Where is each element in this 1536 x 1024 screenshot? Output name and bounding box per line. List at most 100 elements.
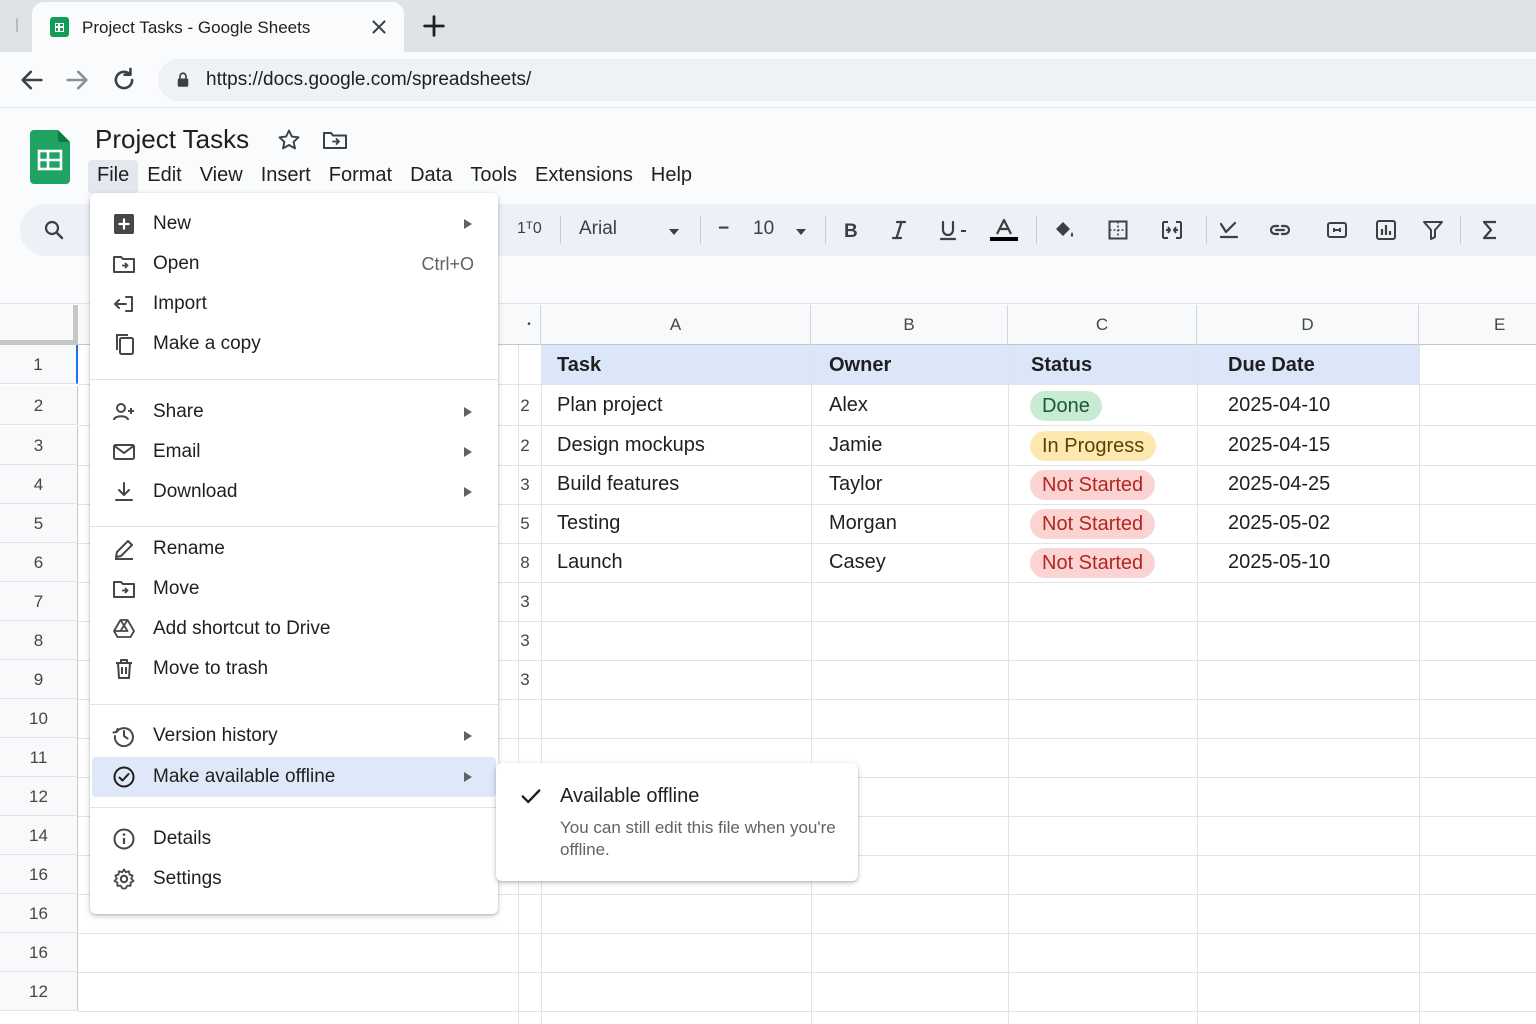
cell-task[interactable]: Testing	[557, 504, 620, 543]
menu-item-make-copy[interactable]: Make a copy	[92, 324, 496, 364]
filter-icon[interactable]	[1421, 218, 1445, 242]
cell-due-date[interactable]: 2025-04-15	[1228, 426, 1330, 465]
forward-arrow-icon[interactable]	[63, 66, 91, 94]
menu-item-version-history[interactable]: Version history	[92, 716, 496, 756]
close-tab-icon[interactable]	[368, 16, 390, 38]
menu-item-make-available-offline[interactable]: Make available offline	[92, 757, 496, 797]
menu-item-open[interactable]: Open Ctrl+O	[92, 244, 496, 284]
select-all-corner[interactable]	[0, 305, 78, 345]
text-color-icon[interactable]	[988, 218, 1020, 242]
functions-sigma-icon[interactable]	[1478, 218, 1502, 242]
fill-color-icon[interactable]	[1052, 218, 1076, 242]
lock-icon[interactable]	[174, 71, 192, 89]
cell-due-date[interactable]: 2025-05-10	[1228, 543, 1330, 582]
header-cell-task[interactable]: Task	[557, 346, 601, 385]
new-tab-icon[interactable]	[420, 12, 448, 40]
font-size-input[interactable]: 10	[753, 218, 774, 242]
menu-data[interactable]: Data	[401, 160, 461, 194]
row-header[interactable]: 4	[0, 465, 78, 504]
row-header[interactable]: 6	[0, 543, 78, 582]
menu-item-share[interactable]: Share	[92, 392, 496, 432]
header-cell-owner[interactable]: Owner	[829, 346, 891, 385]
menu-insert[interactable]: Insert	[252, 160, 320, 194]
insert-comment-icon[interactable]	[1325, 218, 1349, 242]
status-badge-not-started[interactable]: Not Started	[1030, 470, 1156, 500]
menu-view[interactable]: View	[191, 160, 252, 194]
decrease-font-size-button[interactable]: −	[718, 218, 729, 242]
borders-icon[interactable]	[1106, 218, 1130, 242]
row-header[interactable]: 8	[0, 621, 78, 660]
font-dropdown-arrow-icon[interactable]	[669, 229, 679, 235]
cell-task[interactable]: Build features	[557, 465, 679, 504]
menu-extensions[interactable]: Extensions	[526, 160, 642, 194]
cell-owner[interactable]: Jamie	[829, 426, 882, 465]
reload-icon[interactable]	[110, 66, 138, 94]
row-header[interactable]: 16	[0, 855, 78, 894]
row-header[interactable]: 10	[0, 699, 78, 738]
menu-item-rename[interactable]: Rename	[92, 529, 496, 569]
row-header[interactable]: 12	[0, 972, 78, 1011]
column-header-a[interactable]: A	[541, 305, 811, 345]
underline-icon[interactable]	[936, 218, 970, 242]
insert-chart-icon[interactable]	[1374, 218, 1398, 242]
row-header[interactable]: 7	[0, 582, 78, 621]
row-header[interactable]: 3	[0, 426, 78, 465]
bold-icon[interactable]: B	[838, 218, 862, 242]
header-cell-due-date[interactable]: Due Date	[1228, 346, 1315, 385]
row-header[interactable]: 16	[0, 933, 78, 972]
header-cell-status[interactable]: Status	[1031, 346, 1092, 385]
url-text[interactable]: https://docs.google.com/spreadsheets/	[206, 69, 531, 91]
status-badge-not-started[interactable]: Not Started	[1030, 509, 1156, 539]
menu-format[interactable]: Format	[320, 160, 401, 194]
row-header[interactable]: 12	[0, 777, 78, 816]
text-wrap-icon[interactable]	[1217, 218, 1241, 242]
row-header[interactable]: 11	[0, 738, 78, 777]
cell-owner[interactable]: Taylor	[829, 465, 882, 504]
cell-task[interactable]: Design mockups	[557, 426, 705, 465]
row-header[interactable]: 9	[0, 660, 78, 699]
document-title[interactable]: Project Tasks	[95, 124, 249, 155]
menu-tools[interactable]: Tools	[461, 160, 526, 194]
available-offline-toggle[interactable]: Available offline	[560, 785, 699, 808]
number-format-more[interactable]: 1ᵀ0	[517, 220, 542, 244]
font-family-select[interactable]: Arial	[579, 218, 617, 242]
row-header[interactable]: 16	[0, 894, 78, 933]
row-header[interactable]: 14	[0, 816, 78, 855]
back-arrow-icon[interactable]	[18, 66, 46, 94]
cell-due-date[interactable]: 2025-05-02	[1228, 504, 1330, 543]
status-badge-done[interactable]: Done	[1030, 391, 1102, 421]
row-header[interactable]: 5	[0, 504, 78, 543]
menu-item-settings[interactable]: Settings	[92, 859, 496, 899]
menu-item-add-shortcut[interactable]: Add shortcut to Drive	[92, 609, 496, 649]
italic-icon[interactable]	[887, 218, 911, 242]
menu-item-email[interactable]: Email	[92, 432, 496, 472]
sheets-logo-icon[interactable]	[30, 130, 70, 184]
menu-item-new[interactable]: New	[92, 204, 496, 244]
search-menus-icon[interactable]	[42, 218, 66, 242]
omnibox[interactable]: https://docs.google.com/spreadsheets/	[158, 59, 1536, 101]
cell-due-date[interactable]: 2025-04-25	[1228, 465, 1330, 504]
move-folder-icon[interactable]	[322, 128, 348, 152]
column-header-b[interactable]: B	[811, 305, 1008, 345]
column-header-d[interactable]: D	[1197, 305, 1419, 345]
cell-owner[interactable]: Alex	[829, 386, 868, 425]
menu-item-move[interactable]: Move	[92, 569, 496, 609]
column-header-e[interactable]: E	[1419, 305, 1536, 345]
column-header-c[interactable]: C	[1008, 305, 1197, 345]
font-size-dropdown-arrow-icon[interactable]	[796, 229, 806, 235]
status-badge-not-started[interactable]: Not Started	[1030, 548, 1156, 578]
cell-task[interactable]: Launch	[557, 543, 623, 582]
merge-cells-icon[interactable]	[1160, 218, 1184, 242]
menu-item-move-to-trash[interactable]: Move to trash	[92, 649, 496, 689]
cell-owner[interactable]: Casey	[829, 543, 886, 582]
browser-tab[interactable]: Project Tasks - Google Sheets	[32, 2, 404, 52]
menu-edit[interactable]: Edit	[138, 160, 190, 194]
insert-link-icon[interactable]	[1268, 218, 1292, 242]
cell-due-date[interactable]: 2025-04-10	[1228, 386, 1330, 425]
star-icon[interactable]	[277, 128, 301, 152]
cell-owner[interactable]: Morgan	[829, 504, 897, 543]
column-header-hidden[interactable]: •	[518, 305, 541, 345]
menu-item-details[interactable]: Details	[92, 819, 496, 859]
menu-help[interactable]: Help	[642, 160, 701, 194]
row-header[interactable]: 2	[0, 386, 78, 425]
